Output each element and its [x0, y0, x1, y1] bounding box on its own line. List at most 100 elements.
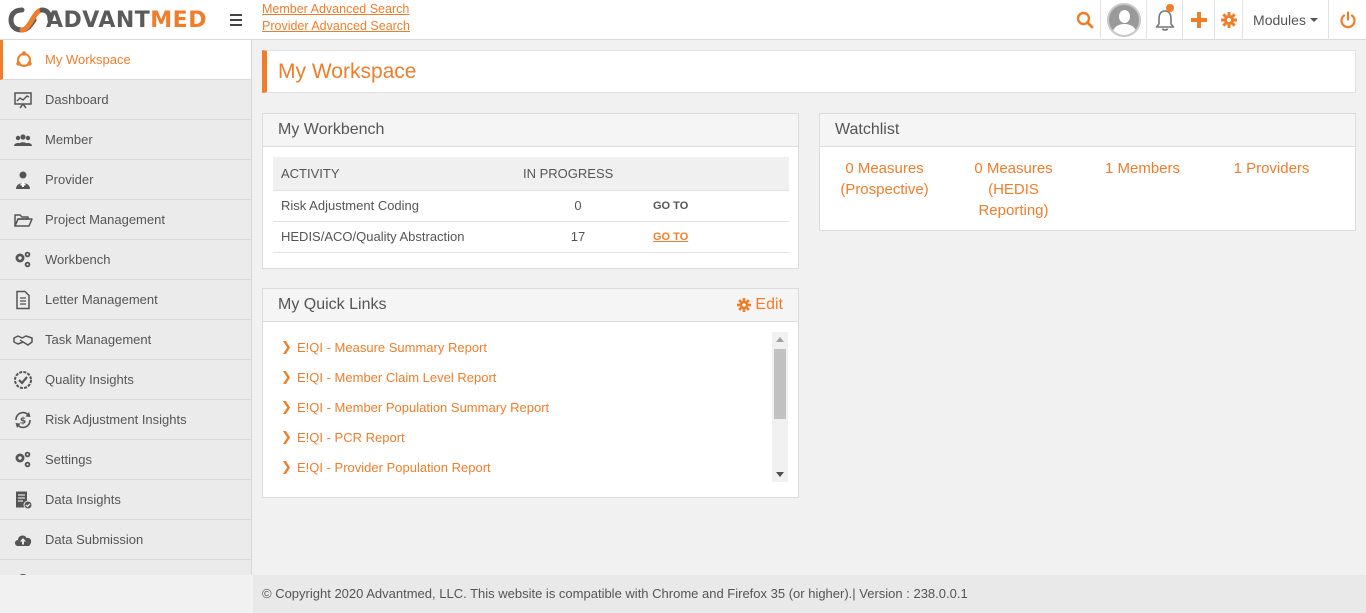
watchlist-item-line: (Prospective) [840, 181, 929, 198]
settings-button[interactable] [1214, 0, 1242, 40]
sidebar-item-label: Quality Insights [45, 372, 134, 387]
quick-link-item[interactable]: ❯ E!QI - Measure Summary Report [281, 332, 771, 362]
edit-quick-links-button[interactable]: Edit [737, 296, 783, 314]
watchlist-item-line: Reporting) [978, 202, 1049, 219]
column-header-activity: ACTIVITY [273, 157, 513, 191]
watchlist-providers[interactable]: 1 Providers [1207, 158, 1336, 221]
quick-link-label: E!QI - Measure Summary Report [297, 339, 487, 355]
scroll-down-arrow-icon[interactable] [776, 472, 784, 477]
sidebar-item-provider[interactable]: Provider [0, 160, 251, 200]
quick-links-scrollbar[interactable] [772, 332, 788, 482]
power-icon [1339, 11, 1356, 29]
table-row: Risk Adjustment Coding 0 GO TO [273, 190, 789, 222]
chevron-right-icon: ❯ [281, 399, 292, 414]
watchlist-panel: Watchlist 0 Measures (Prospective) 0 Mea… [819, 113, 1356, 231]
handshake-icon [12, 334, 33, 346]
sidebar-item-member[interactable]: Member [0, 120, 251, 160]
add-button[interactable] [1182, 0, 1214, 40]
partial-icon [18, 573, 27, 575]
quick-link-item[interactable]: ❯ E!QI - Member Claim Level Report [281, 362, 771, 392]
in-progress-cell: 0 [513, 190, 643, 222]
panel-header: My Workbench [263, 114, 798, 147]
check-circle-icon [13, 370, 32, 389]
quick-links-list: ❯ E!QI - Measure Summary Report ❯ E!QI - M… [281, 332, 771, 482]
member-advanced-search-link[interactable]: Member Advanced Search [262, 1, 410, 18]
workbench-table: ACTIVITY IN PROGRESS Risk Adjustment Cod… [273, 157, 789, 253]
watchlist-hedis-measures[interactable]: 0 Measures (HEDIS Reporting) [949, 158, 1078, 221]
notification-badge [1166, 4, 1174, 12]
provider-advanced-search-link[interactable]: Provider Advanced Search [262, 18, 410, 35]
user-avatar-icon [1106, 3, 1141, 37]
sidebar-item-workbench[interactable]: Workbench [0, 240, 251, 280]
in-progress-cell: 17 [513, 221, 643, 253]
sidebar-item-label: Settings [45, 452, 92, 467]
watchlist-prospective-measures[interactable]: 0 Measures (Prospective) [820, 158, 949, 221]
sidebar-item-risk-adjustment-insights[interactable]: $ Risk Adjustment Insights [0, 400, 251, 440]
quick-link-item[interactable]: ❯ E!QI - Provider Population Report [281, 452, 771, 482]
modules-dropdown[interactable]: Modules [1242, 0, 1328, 40]
column-header-in-progress: IN PROGRESS [513, 157, 643, 191]
watchlist-items: 0 Measures (Prospective) 0 Measures (HED… [820, 158, 1355, 221]
gear-icon [737, 298, 752, 312]
chevron-right-icon: ❯ [281, 459, 292, 474]
panel-title: My Workbench [278, 121, 385, 138]
modules-label: Modules [1253, 12, 1306, 28]
watchlist-members[interactable]: 1 Members [1078, 158, 1207, 221]
search-icon [1076, 11, 1094, 29]
watchlist-item-line: 1 Members [1104, 160, 1181, 177]
my-quick-links-panel: My Quick Links Edit ❯ E!QI - Measure Summ… [262, 288, 799, 498]
go-to-link[interactable]: GO TO [643, 221, 789, 253]
footer: © Copyright 2020 Advantmed, LLC. This we… [253, 575, 1366, 613]
logout-button[interactable] [1328, 0, 1366, 40]
plus-icon [1190, 12, 1207, 28]
sidebar-item-task-management[interactable]: Task Management [0, 320, 251, 360]
watchlist-item-line: (HEDIS [988, 181, 1039, 198]
chevron-right-icon: ❯ [281, 429, 292, 444]
activity-cell: HEDIS/ACO/Quality Abstraction [273, 221, 513, 253]
advantmed-logo[interactable]: ADVANTMED [8, 4, 218, 36]
logo-text-part2: MED [150, 7, 207, 33]
sidebar-item-project-management[interactable]: Project Management [0, 200, 251, 240]
sidebar-item-partial[interactable] [0, 560, 251, 575]
table-row: HEDIS/ACO/Quality Abstraction 17 GO TO [273, 221, 789, 253]
page-title: My Workspace [278, 60, 417, 83]
sidebar-item-label: Dashboard [45, 92, 109, 107]
chevron-right-icon: ❯ [281, 369, 292, 384]
folder-open-icon [13, 213, 33, 227]
quick-link-label: E!QI - Member Claim Level Report [297, 369, 497, 385]
sidebar-item-label: Data Insights [45, 492, 121, 507]
go-to-button[interactable]: GO TO [643, 190, 789, 222]
sidebar-item-letter-management[interactable]: Letter Management [0, 280, 251, 320]
user-profile-button[interactable] [1100, 0, 1146, 40]
main-content: My Workspace My Workbench ACTIVITY IN PR… [253, 40, 1366, 575]
search-button[interactable] [1070, 0, 1100, 40]
menu-toggle-icon[interactable] [228, 11, 244, 29]
sidebar-item-settings[interactable]: Settings [0, 440, 251, 480]
edit-label: Edit [755, 296, 783, 313]
provider-icon [15, 171, 30, 189]
dashboard-icon [13, 91, 32, 108]
notifications-button[interactable] [1146, 0, 1182, 40]
sidebar-item-quality-insights[interactable]: Quality Insights [0, 360, 251, 400]
bell-icon [1155, 10, 1174, 31]
svg-text:$: $ [19, 416, 25, 426]
sidebar-item-dashboard[interactable]: Dashboard [0, 80, 251, 120]
sidebar-item-data-insights[interactable]: Data Insights [0, 480, 251, 520]
watchlist-item-line: 1 Providers [1233, 160, 1310, 177]
panel-title: My Quick Links [278, 296, 387, 313]
sidebar-item-my-workspace[interactable]: My Workspace [0, 40, 251, 80]
sidebar-item-data-submission[interactable]: Data Submission [0, 520, 251, 560]
header-actions: Modules [1070, 0, 1366, 40]
panel-title: Watchlist [835, 121, 900, 138]
quick-link-item[interactable]: ❯ E!QI - PCR Report [281, 422, 771, 452]
quick-link-item[interactable]: ❯ E!QI - Member Population Summary Report [281, 392, 771, 422]
scrollbar-thumb[interactable] [774, 349, 786, 419]
sidebar: My Workspace Dashboard Member Provider P… [0, 40, 252, 575]
sidebar-item-label: Project Management [45, 212, 165, 227]
report-icon [15, 491, 32, 509]
my-workbench-panel: My Workbench ACTIVITY IN PROGRESS Risk A… [262, 113, 799, 269]
watchlist-item-line: 0 Measures [845, 160, 924, 177]
scroll-up-arrow-icon[interactable] [776, 337, 784, 342]
sidebar-item-label: Member [45, 132, 93, 147]
dollar-cycle-icon: $ [14, 411, 31, 428]
